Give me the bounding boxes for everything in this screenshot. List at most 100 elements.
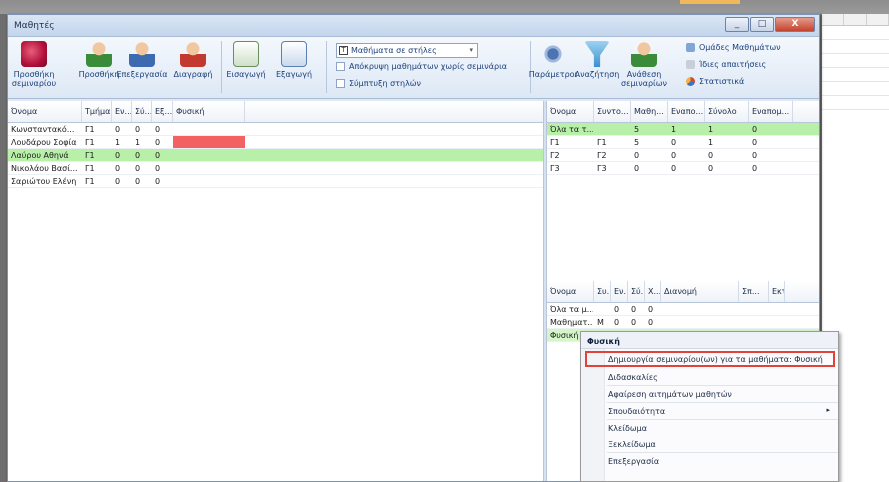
- students-row[interactable]: Λουδάρου Σοφία Γ1 1 1 0: [8, 136, 543, 149]
- students-row[interactable]: Λαύρου Αθηνά Γ1 0 0 0: [8, 149, 543, 162]
- courses-cell: [594, 303, 611, 315]
- groups-cell: 1: [671, 125, 677, 134]
- filter-icon: [584, 41, 610, 67]
- students-cell: 1: [115, 138, 121, 147]
- col-header-physics[interactable]: Φυσική: [173, 101, 245, 122]
- close-button[interactable]: X: [775, 17, 815, 32]
- col-header-abbrev[interactable]: Συντο...: [594, 101, 631, 122]
- user-assign-icon: [631, 41, 657, 67]
- col-header-distribution[interactable]: Διανομή: [661, 281, 739, 302]
- export-button[interactable]: Εξαγωγή: [272, 41, 316, 79]
- groups-cell: 0: [634, 151, 640, 160]
- col-header-name[interactable]: Όνομα: [8, 101, 82, 122]
- parameters-button[interactable]: Παράμετροι: [529, 41, 577, 79]
- col-header-sy[interactable]: Σύ...: [132, 101, 152, 122]
- students-cell: 0: [135, 151, 141, 160]
- col-header-course-name[interactable]: Όνομα: [547, 281, 594, 302]
- add-student-button[interactable]: Προσθήκη: [79, 41, 119, 79]
- groups-cell: 1: [708, 125, 714, 134]
- col-header-ex[interactable]: Εξ...: [152, 101, 173, 122]
- courses-cell: 0: [614, 305, 620, 314]
- edit-student-button[interactable]: Επεξεργασία: [116, 41, 168, 79]
- menu-item-lock[interactable]: Κλείδωμα: [581, 420, 838, 436]
- students-cell: [173, 136, 245, 148]
- assign-seminars-button[interactable]: Ανάθεση σεμιναρίων: [620, 41, 668, 88]
- groups-cell: Γ2: [550, 151, 560, 160]
- groups-row[interactable]: Γ1 Γ1 5 0 1 0: [547, 136, 819, 149]
- col-header-en[interactable]: Εν...: [112, 101, 132, 122]
- courses-cell: [769, 303, 785, 315]
- menu-item-teachings[interactable]: Διδασκαλίες: [581, 369, 838, 385]
- horizontal-splitter[interactable]: [547, 261, 819, 281]
- menu-item-importance[interactable]: Σπουδαιότητα ▸: [581, 403, 838, 419]
- import-button[interactable]: Εισαγωγή: [224, 41, 268, 79]
- courses-row[interactable]: Μαθηματ... Μ 0 0 0: [547, 316, 819, 329]
- same-requirements-button[interactable]: Ίδιες απαιτήσεις: [686, 60, 766, 69]
- groups-cell: Γ1: [597, 138, 607, 147]
- col-header-ext[interactable]: Εκτ: [769, 281, 785, 302]
- groups-row[interactable]: Όλα τα τ... 5 1 1 0: [547, 123, 819, 136]
- groups-row[interactable]: Γ2 Γ2 0 0 0 0: [547, 149, 819, 162]
- menu-item-remove-requests[interactable]: Αφαίρεση αιτημάτων μαθητών: [581, 386, 838, 402]
- search-button[interactable]: Αναζήτηση: [575, 41, 619, 79]
- menu-item-create-seminar[interactable]: Δημιουργία σεμιναρίου(ων) για τα μαθήματ…: [585, 351, 835, 367]
- delete-student-button[interactable]: Διαγραφή: [171, 41, 215, 79]
- menu-item-unlock[interactable]: Ξεκλείδωμα: [581, 436, 838, 452]
- col-header-course-sy[interactable]: Σύ...: [628, 281, 645, 302]
- requirements-icon: [686, 60, 695, 69]
- col-header-course-x[interactable]: Χ...: [645, 281, 661, 302]
- groups-cell: 0: [671, 164, 677, 173]
- col-header-importance[interactable]: Σπ...: [739, 281, 769, 302]
- groups-grid-header: Όνομα Συντο... Μαθη... Εναπο... Σύνολο Ε…: [547, 101, 819, 123]
- courses-cell: Μ: [597, 318, 604, 327]
- col-header-remaining[interactable]: Εναπο...: [668, 101, 705, 122]
- groups-cell: Γ3: [550, 164, 560, 173]
- chevron-down-icon: ▾: [469, 46, 473, 54]
- statistics-button[interactable]: Στατιστικά: [686, 77, 744, 86]
- groups-cell: 1: [708, 138, 714, 147]
- students-cell: 0: [135, 164, 141, 173]
- add-seminar-button[interactable]: Προσθήκη σεμιναρίου: [12, 41, 56, 88]
- background-app-strip: [0, 0, 889, 14]
- groups-cell: 0: [752, 164, 758, 173]
- groups-cell: 0: [708, 151, 714, 160]
- groups-cell: Γ2: [597, 151, 607, 160]
- user-delete-icon: [180, 41, 206, 67]
- col-header-course-en[interactable]: Εν...: [611, 281, 628, 302]
- courses-cell: Μαθηματ...: [550, 318, 594, 327]
- groups-cell: 0: [752, 151, 758, 160]
- students-grid: Όνομα Τμήμα Εν... Σύ... Εξ... Φυσική Κων…: [8, 101, 543, 481]
- students-row[interactable]: Νικολάου Βασί... Γ1 0 0 0: [8, 162, 543, 175]
- col-header-group-name[interactable]: Όνομα: [547, 101, 594, 122]
- collapse-columns-checkbox[interactable]: Σύμπτυξη στηλών: [336, 79, 421, 88]
- user-add-icon: [86, 41, 112, 67]
- maximize-button[interactable]: □: [750, 17, 774, 32]
- students-row[interactable]: Κωνσταντακό... Γ1 0 0 0: [8, 123, 543, 136]
- groups-row[interactable]: Γ3 Γ3 0 0 0 0: [547, 162, 819, 175]
- students-row[interactable]: Σαριώτου Ελένη Γ1 0 0 0: [8, 175, 543, 188]
- courses-row[interactable]: Όλα τα μ... 0 0 0: [547, 303, 819, 316]
- menu-item-edit[interactable]: Επεξεργασία: [581, 453, 838, 469]
- courses-cell: 0: [631, 318, 637, 327]
- title-bar: Μαθητές _ □ X: [8, 15, 819, 37]
- groups-cell: 0: [634, 164, 640, 173]
- students-cell: Σαριώτου Ελένη: [11, 177, 77, 186]
- groups-grid: Όνομα Συντο... Μαθη... Εναπο... Σύνολο Ε…: [547, 101, 819, 261]
- course-groups-button[interactable]: Ομάδες Μαθημάτων: [686, 43, 781, 52]
- courses-cell: 0: [614, 318, 620, 327]
- courses-cell: Όλα τα μ...: [550, 305, 594, 314]
- hide-courses-checkbox[interactable]: Απόκρυψη μαθημάτων χωρίς σεμινάρια: [336, 62, 507, 71]
- groups-cell: 0: [671, 151, 677, 160]
- courses-cell: [769, 316, 785, 328]
- students-cell: 0: [155, 138, 161, 147]
- col-header-students[interactable]: Μαθη...: [631, 101, 668, 122]
- students-cell: 0: [155, 151, 161, 160]
- col-header-total[interactable]: Σύνολο: [705, 101, 749, 122]
- col-header-class[interactable]: Τμήμα: [82, 101, 112, 122]
- students-cell: 0: [135, 177, 141, 186]
- minimize-button[interactable]: _: [725, 17, 749, 32]
- col-header-course-abbrev[interactable]: Συ...: [594, 281, 611, 302]
- add-seminar-icon: [21, 41, 47, 67]
- view-mode-select[interactable]: T Μαθήματα σε στήλες ▾: [336, 43, 478, 58]
- col-header-remaining-2[interactable]: Εναπομ...: [749, 101, 793, 122]
